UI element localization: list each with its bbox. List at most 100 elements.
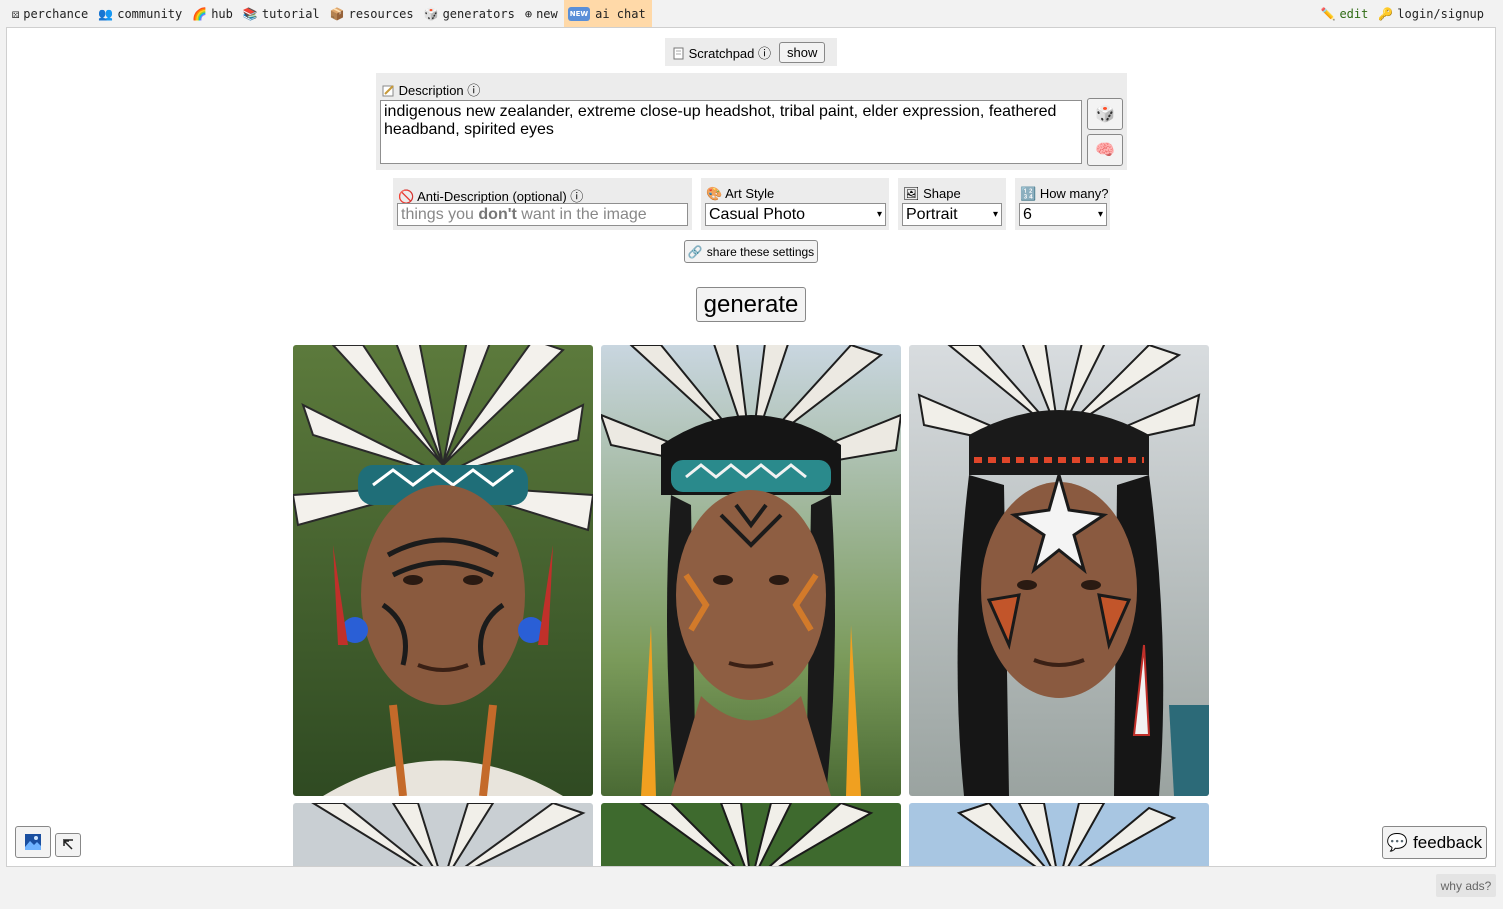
nav-label: community	[117, 6, 183, 21]
shape-value: Portrait	[906, 205, 958, 223]
shape-label: 🖼 Shape	[903, 186, 961, 202]
description-panel: Description ⓘ indigenous new zealander, …	[376, 73, 1127, 170]
arrow-up-left-icon	[63, 839, 73, 850]
description-label: Description ⓘ	[382, 80, 480, 99]
brain-button[interactable]: 🧠	[1087, 134, 1123, 166]
shape-label-text: Shape	[923, 186, 961, 201]
nav-tutorial[interactable]: 📚 tutorial	[239, 0, 326, 27]
nav-right: ✏️ edit 🔑 login/signup	[1316, 0, 1490, 27]
nav-label: perchance	[23, 6, 89, 21]
placeholder-bold: don't	[478, 205, 517, 223]
placeholder-post: want in the image	[516, 205, 647, 223]
nav-left: ⚄ perchance 👥 community 🌈 hub 📚 tutorial 📦 re…	[8, 0, 652, 27]
generate-button[interactable]: generate	[696, 287, 806, 322]
shape-panel: 🖼 Shape Portrait ▾	[898, 178, 1006, 230]
dice-icon: ⚄	[12, 6, 20, 21]
nav-ai-chat[interactable]: NEW ai chat	[563, 0, 652, 27]
how-many-label-text: How many?	[1039, 186, 1109, 201]
scratchpad-bar: Scratchpad ⓘ show	[665, 38, 837, 66]
portrait-image	[909, 803, 1209, 866]
how-many-panel: 🔢 How many? 6 ▾	[1015, 178, 1110, 230]
nav-generators[interactable]: 🎲 generators	[420, 0, 521, 27]
anti-description-panel: 🚫 Anti-Description (optional) ⓘ things y…	[393, 178, 692, 230]
palette-icon: 🎨	[706, 186, 723, 201]
art-style-label-text: Art Style	[725, 186, 775, 201]
generated-image-2[interactable]	[601, 345, 901, 796]
scratchpad-show-button[interactable]: show	[779, 41, 826, 63]
nav-label: generators	[442, 6, 515, 21]
generated-image-4[interactable]	[293, 803, 593, 866]
art-style-value: Casual Photo	[709, 205, 806, 223]
notepad-icon	[673, 47, 684, 59]
nav-edit[interactable]: ✏️ edit	[1316, 0, 1374, 27]
random-dice-button[interactable]: 🎲	[1087, 98, 1123, 130]
no-entry-icon: 🚫	[398, 189, 415, 204]
chevron-down-icon: ▾	[992, 209, 998, 220]
portrait-image	[601, 803, 901, 866]
nav-label: resources	[348, 6, 414, 21]
art-style-panel: 🎨 Art Style Casual Photo ▾	[701, 178, 889, 230]
nav-hub[interactable]: 🌈 hub	[188, 0, 239, 27]
expand-button[interactable]	[55, 833, 81, 857]
nav-label: tutorial	[261, 6, 320, 21]
shape-select[interactable]: Portrait ▾	[902, 203, 1002, 226]
share-label: share these settings	[706, 244, 815, 259]
chevron-down-icon: ▾	[1097, 209, 1103, 220]
share-settings-button[interactable]: 🔗 share these settings	[684, 240, 818, 263]
how-many-label: 🔢 How many?	[1020, 186, 1108, 202]
memo-icon	[382, 85, 394, 97]
placeholder-pre: things you	[401, 205, 479, 223]
anti-description-input[interactable]: things you don't want in the image	[397, 203, 688, 226]
link-icon: 🔗	[687, 244, 703, 259]
generated-image-5[interactable]	[601, 803, 901, 866]
nav-resources[interactable]: 📦 resources	[326, 0, 420, 27]
art-style-select[interactable]: Casual Photo ▾	[705, 203, 886, 226]
description-textarea[interactable]: indigenous new zealander, extreme close-…	[380, 100, 1082, 164]
dice-icon: 🎲	[423, 6, 439, 21]
nav-perchance[interactable]: ⚄ perchance	[8, 0, 94, 27]
plus-circle-icon: ⊕	[524, 6, 533, 21]
speech-bubble-icon: 💬	[1386, 832, 1409, 852]
generator-frame: Scratchpad ⓘ show Description ⓘ indigeno…	[6, 27, 1496, 867]
portrait-image	[293, 803, 593, 866]
feedback-button[interactable]: 💬 feedback	[1382, 826, 1487, 859]
brain-icon: 🧠	[1095, 142, 1115, 159]
why-ads-link[interactable]: why ads?	[1436, 874, 1496, 897]
new-badge-icon: NEW	[567, 6, 591, 21]
scratchpad-text: Scratchpad ⓘ	[688, 45, 771, 61]
nav-label: hub	[211, 6, 233, 21]
portrait-image	[909, 345, 1209, 796]
nav-label: login/signup	[1397, 6, 1484, 21]
generated-image-1[interactable]	[293, 345, 593, 796]
pencil-icon: ✏️	[1320, 6, 1336, 21]
nav-login[interactable]: 🔑 login/signup	[1374, 0, 1490, 27]
books-icon: 📚	[242, 6, 258, 21]
frame-picture-icon: 🖼	[903, 186, 920, 201]
gallery-button[interactable]	[15, 826, 51, 858]
package-icon: 📦	[329, 6, 345, 21]
rainbow-icon: 🌈	[192, 6, 208, 21]
how-many-select[interactable]: 6 ▾	[1019, 203, 1107, 226]
key-icon: 🔑	[1378, 6, 1394, 21]
nav-label: ai chat	[595, 6, 646, 21]
people-icon: 👥	[98, 6, 114, 21]
nav-community[interactable]: 👥 community	[94, 0, 188, 27]
anti-description-label-text: Anti-Description (optional) ⓘ	[417, 189, 584, 204]
description-label-text: Description ⓘ	[398, 83, 481, 98]
generated-image-6[interactable]	[909, 803, 1209, 866]
dice-icon: 🎲	[1095, 106, 1115, 123]
nav-new[interactable]: ⊕ new	[521, 0, 564, 27]
nav-label: new	[536, 6, 558, 21]
how-many-value: 6	[1023, 205, 1032, 223]
nav-label: edit	[1339, 6, 1369, 21]
chevron-down-icon: ▾	[876, 209, 882, 220]
portrait-image	[601, 345, 901, 796]
scratchpad-label: Scratchpad ⓘ	[672, 43, 771, 62]
gallery-icon	[25, 834, 41, 850]
art-style-label: 🎨 Art Style	[706, 186, 774, 202]
generated-image-3[interactable]	[909, 345, 1209, 796]
anti-description-placeholder: things you don't want in the image	[401, 206, 647, 224]
top-nav: ⚄ perchance 👥 community 🌈 hub 📚 tutorial 📦 re…	[0, 0, 1503, 27]
portrait-image	[293, 345, 593, 796]
feedback-label: feedback	[1413, 832, 1483, 852]
